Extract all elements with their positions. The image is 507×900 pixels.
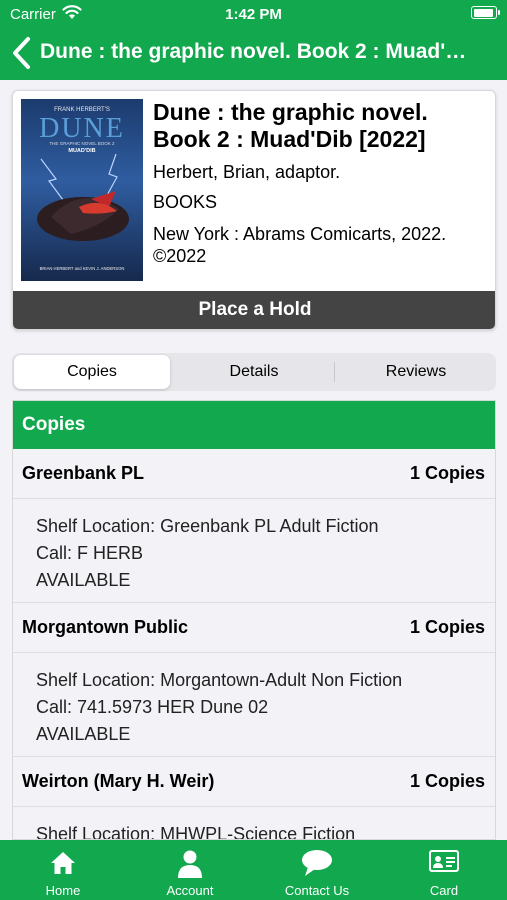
top-bar: Carrier 1:42 PM Dune : the graphic novel… — [0, 0, 507, 80]
book-publisher: New York : Abrams Comicarts, 2022. — [153, 224, 447, 244]
library-row-greenbank[interactable]: Greenbank PL 1 Copies — [13, 449, 495, 499]
nav-title: Dune : the graphic novel. Book 2 : Muad'… — [40, 40, 480, 63]
copy-detail: Shelf Location: Greenbank PL Adult Ficti… — [13, 499, 495, 603]
home-icon — [51, 852, 75, 874]
copy-detail: Shelf Location: Morgantown-Adult Non Fic… — [13, 653, 495, 757]
availability-status: AVAILABLE — [36, 724, 131, 744]
book-format: BOOKS — [153, 192, 218, 212]
availability-status: AVAILABLE — [36, 570, 131, 590]
back-button[interactable] — [10, 35, 40, 71]
tabbar-label: Account — [166, 883, 214, 898]
tabbar-label: Contact Us — [284, 883, 350, 898]
tabbar-label: Home — [45, 883, 81, 898]
tab-divider — [334, 362, 335, 382]
person-icon — [178, 850, 202, 878]
book-title: Dune : the graphic novel. Book 2 : Muad'… — [153, 99, 428, 152]
tabbar-account[interactable]: Account — [127, 840, 253, 900]
chat-bubble-icon — [302, 850, 332, 876]
tabbar-label: Card — [429, 883, 459, 898]
tab-copies[interactable]: Copies — [14, 355, 170, 389]
copies-count: 1 Copies — [409, 463, 485, 483]
call-number: Call: F HERB — [36, 543, 144, 563]
book-author: Herbert, Brian, adaptor. — [153, 162, 341, 182]
cover-logo: DUNE — [39, 113, 125, 144]
shelf-location: Shelf Location: MHWPL-Science Fiction — [36, 824, 356, 840]
status-bar: Carrier 1:42 PM — [0, 0, 507, 28]
library-name: Morgantown Public — [22, 617, 188, 637]
main-content: FRANK HERBERT'S DUNE THE GRAPHIC NOVEL B… — [0, 80, 507, 840]
book-card: FRANK HERBERT'S DUNE THE GRAPHIC NOVEL B… — [12, 90, 496, 330]
library-name: Weirton (Mary H. Weir) — [22, 771, 215, 791]
battery-icon — [471, 6, 500, 19]
shelf-location: Shelf Location: Greenbank PL Adult Ficti… — [36, 516, 379, 536]
segmented-tabs: Copies Details Reviews — [12, 353, 496, 391]
book-cover-image: FRANK HERBERT'S DUNE THE GRAPHIC NOVEL B… — [21, 99, 143, 281]
chevron-left-icon — [13, 37, 30, 69]
place-hold-button[interactable]: Place a Hold — [13, 291, 495, 329]
bottom-tab-bar: Home Account Contact Us Card — [0, 840, 507, 900]
cover-subtitle: THE GRAPHIC NOVEL BOOK 2 — [49, 141, 115, 146]
library-row-morgantown[interactable]: Morgantown Public 1 Copies — [13, 603, 495, 653]
tab-details[interactable]: Details — [176, 355, 332, 389]
library-name: Greenbank PL — [22, 463, 145, 483]
copies-panel: Copies Greenbank PL 1 Copies Shelf Locat… — [12, 400, 496, 840]
book-copyright: ©2022 — [153, 246, 207, 266]
copy-detail: Shelf Location: MHWPL-Science Fiction — [13, 807, 495, 840]
status-time: 1:42 PM — [225, 6, 282, 23]
book-info: Dune : the graphic novel. Book 2 : Muad'… — [153, 99, 489, 267]
call-number: Call: 741.5973 HER Dune 02 — [36, 697, 269, 717]
cover-subtitle2: MUAD'DIB — [68, 148, 95, 154]
id-card-icon — [429, 850, 459, 872]
shelf-location: Shelf Location: Morgantown-Adult Non Fic… — [36, 670, 403, 690]
copies-header: Copies — [13, 401, 495, 449]
tabbar-home[interactable]: Home — [0, 840, 126, 900]
cover-credits: BRIAN HERBERT and KEVIN J. ANDERSON — [40, 266, 125, 271]
copies-count: 1 Copies — [409, 617, 485, 637]
tabbar-contact-us[interactable]: Contact Us — [254, 840, 380, 900]
tabbar-card[interactable]: Card — [381, 840, 507, 900]
tab-reviews[interactable]: Reviews — [338, 355, 494, 389]
copies-count: 1 Copies — [409, 771, 485, 791]
navigation-bar: Dune : the graphic novel. Book 2 : Muad'… — [0, 30, 507, 76]
library-row-weirton[interactable]: Weirton (Mary H. Weir) 1 Copies — [13, 757, 495, 807]
